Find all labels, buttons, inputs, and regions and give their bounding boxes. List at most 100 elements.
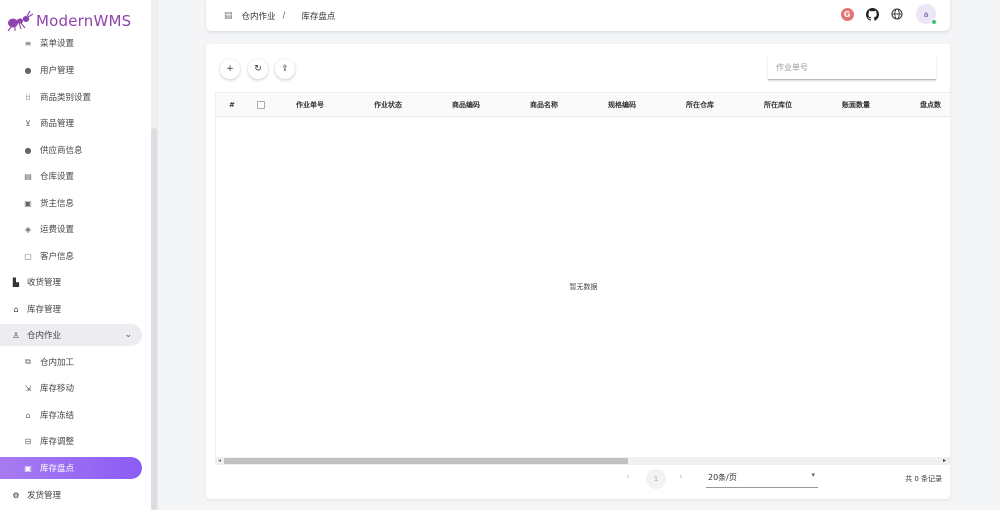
main-card: + ↻ ⇪ # 作业单号 作业状态 商品编码 商品名称 规格编码 所在仓库 所在…	[206, 44, 950, 499]
sidebar-item-warehouse-settings[interactable]: ▤ 仓库设置	[0, 165, 152, 187]
sidebar-item-supplier-info[interactable]: ● 供应商信息	[0, 139, 152, 161]
warehouse-icon: ▤	[24, 171, 32, 181]
processing-icon: ⧉	[25, 357, 31, 366]
column-header-warehouse[interactable]: 所在仓库	[686, 93, 714, 117]
next-page-icon[interactable]: ›	[679, 472, 683, 482]
user-icon: ●	[24, 65, 32, 75]
add-button[interactable]: +	[220, 59, 240, 79]
sidebar-item-customer-info[interactable]: ▢ 客户信息	[0, 245, 152, 267]
owner-icon: ▣	[24, 198, 32, 208]
sidebar-item-label: 菜单设置	[40, 39, 75, 49]
sidebar-item-receiving[interactable]: ▙ 收货管理	[0, 271, 152, 293]
online-status-dot	[931, 19, 937, 25]
sidebar-item-shipping[interactable]: ⚙ 发货管理	[0, 484, 152, 506]
globe-icon[interactable]	[890, 7, 904, 21]
table-scrollbar-thumb[interactable]	[224, 458, 628, 464]
ant-logo-icon	[6, 10, 34, 32]
supplier-icon: ●	[24, 145, 32, 155]
chevron-down-icon: ⌄	[124, 330, 132, 340]
category-icon: ⁞⁞	[25, 92, 31, 102]
caret-down-icon: ▾	[811, 471, 815, 479]
adjust-icon: ⊟	[24, 436, 32, 446]
customer-icon: ▢	[24, 251, 32, 261]
column-header-job-status[interactable]: 作业状态	[374, 93, 402, 117]
breadcrumb-separator: /	[282, 10, 286, 21]
sidebar-item-processing[interactable]: ⧉ 仓内加工	[0, 351, 152, 373]
sidebar-item-stock-move[interactable]: ⇲ 库存移动	[0, 377, 152, 399]
sidebar-item-label: 客户信息	[40, 252, 75, 262]
sidebar-item-label: 收货管理	[27, 278, 62, 288]
sidebar-scrollbar[interactable]	[151, 0, 157, 510]
sidebar-item-menu-settings[interactable]: ≡ 菜单设置	[0, 32, 152, 54]
breadcrumb-parent[interactable]: 仓内作业	[242, 10, 276, 22]
document-icon: ▤	[224, 10, 233, 21]
logo-text: ModernWMS	[36, 12, 132, 30]
page-size-select[interactable]: 20条/页 ▾	[706, 471, 818, 488]
page-size-value: 20条/页	[708, 473, 737, 482]
inventory-check-table: # 作业单号 作业状态 商品编码 商品名称 规格编码 所在仓库 所在库位 账面数…	[215, 92, 950, 465]
sidebar-item-stock-adjust[interactable]: ⊟ 库存调整	[0, 430, 152, 452]
sidebar-item-label: 仓库设置	[40, 172, 75, 182]
scroll-right-arrow-icon[interactable]: ▸	[943, 457, 946, 465]
column-header-location[interactable]: 所在库位	[764, 93, 792, 117]
sidebar-item-label: 库存调整	[40, 437, 75, 447]
sidebar-item-stock-management[interactable]: ⌂ 库存管理	[0, 298, 152, 320]
refresh-button[interactable]: ↻	[248, 59, 268, 79]
refresh-icon: ↻	[254, 64, 262, 74]
sidebar-item-user-management[interactable]: ● 用户管理	[0, 59, 152, 81]
select-all-checkbox[interactable]	[257, 101, 265, 109]
sidebar: ModernWMS ≡ 菜单设置 ● 用户管理 ⁞⁞ 商品类别设置 ⊻ 商品管理…	[0, 0, 158, 510]
column-header-sku-code[interactable]: 商品编码	[452, 93, 480, 117]
shipping-icon: ⚙	[12, 490, 20, 500]
sidebar-item-label: 用户管理	[40, 66, 75, 76]
column-header-counted-qty[interactable]: 盘点数	[920, 93, 941, 117]
column-header-sku-name[interactable]: 商品名称	[530, 93, 558, 117]
pagination: ‹ 1 › 20条/页 ▾ 共 0 条记录	[206, 468, 950, 490]
logo[interactable]: ModernWMS	[6, 9, 131, 33]
inventory-check-icon: ▣	[24, 463, 32, 473]
page-number-current[interactable]: 1	[646, 469, 666, 489]
avatar[interactable]: a	[916, 4, 937, 25]
worker-icon: ♙	[12, 330, 20, 340]
sidebar-item-category-settings[interactable]: ⁞⁞ 商品类别设置	[0, 86, 152, 108]
sidebar-item-label: 库存管理	[27, 305, 62, 315]
scroll-left-arrow-icon[interactable]: ◂	[218, 457, 221, 465]
total-records-text: 共 0 条记录	[905, 475, 942, 483]
sidebar-scrollbar-thumb[interactable]	[151, 128, 157, 510]
move-icon: ⇲	[24, 383, 32, 393]
sidebar-item-label: 运费设置	[40, 225, 75, 235]
column-header-job-number[interactable]: 作业单号	[296, 93, 324, 117]
top-header: ▤ 仓内作业 / 库存盘点 G a	[206, 0, 950, 31]
sidebar-item-inventory-check[interactable]: ▣ 库存盘点	[0, 457, 142, 479]
sidebar-item-label: 供应商信息	[40, 146, 83, 156]
sidebar-item-stock-freeze[interactable]: ⌂ 库存冻结	[0, 404, 152, 426]
column-header-book-qty[interactable]: 账面数量	[842, 93, 870, 117]
google-icon[interactable]: G	[840, 7, 854, 21]
empty-state-text: 暂无数据	[569, 283, 598, 291]
export-button[interactable]: ⇪	[275, 59, 295, 79]
sidebar-item-owner-info[interactable]: ▣ 货主信息	[0, 192, 152, 214]
avatar-letter: a	[923, 9, 929, 19]
sidebar-item-label: 货主信息	[40, 199, 75, 209]
table-horizontal-scrollbar[interactable]: ◂ ▸	[216, 457, 950, 465]
job-number-search-input[interactable]	[768, 56, 936, 80]
sidebar-item-label: 库存移动	[40, 384, 75, 394]
sidebar-item-product-management[interactable]: ⊻ 商品管理	[0, 112, 152, 134]
table-header: # 作业单号 作业状态 商品编码 商品名称 规格编码 所在仓库 所在库位 账面数…	[216, 92, 950, 117]
column-header-spec-code[interactable]: 规格编码	[608, 93, 636, 117]
column-header-index: #	[229, 101, 235, 109]
plus-icon: +	[226, 64, 234, 74]
sidebar-item-label: 库存冻结	[40, 411, 75, 421]
receiving-icon: ▙	[12, 277, 20, 287]
sidebar-item-label: 商品类别设置	[40, 93, 92, 103]
sidebar-item-freight-settings[interactable]: ◈ 运费设置	[0, 218, 152, 240]
sidebar-item-label: 仓内加工	[40, 358, 75, 368]
stock-icon: ⌂	[13, 304, 19, 314]
breadcrumb-current: 库存盘点	[301, 11, 336, 22]
prev-page-icon[interactable]: ‹	[626, 472, 630, 482]
cart-icon: ⊻	[25, 118, 31, 128]
github-icon[interactable]	[865, 7, 879, 21]
sidebar-item-label: 库存盘点	[40, 464, 75, 474]
freight-icon: ◈	[24, 224, 32, 234]
sidebar-group-warehouse-operations[interactable]: ♙ 仓内作业 ⌄	[0, 324, 142, 346]
